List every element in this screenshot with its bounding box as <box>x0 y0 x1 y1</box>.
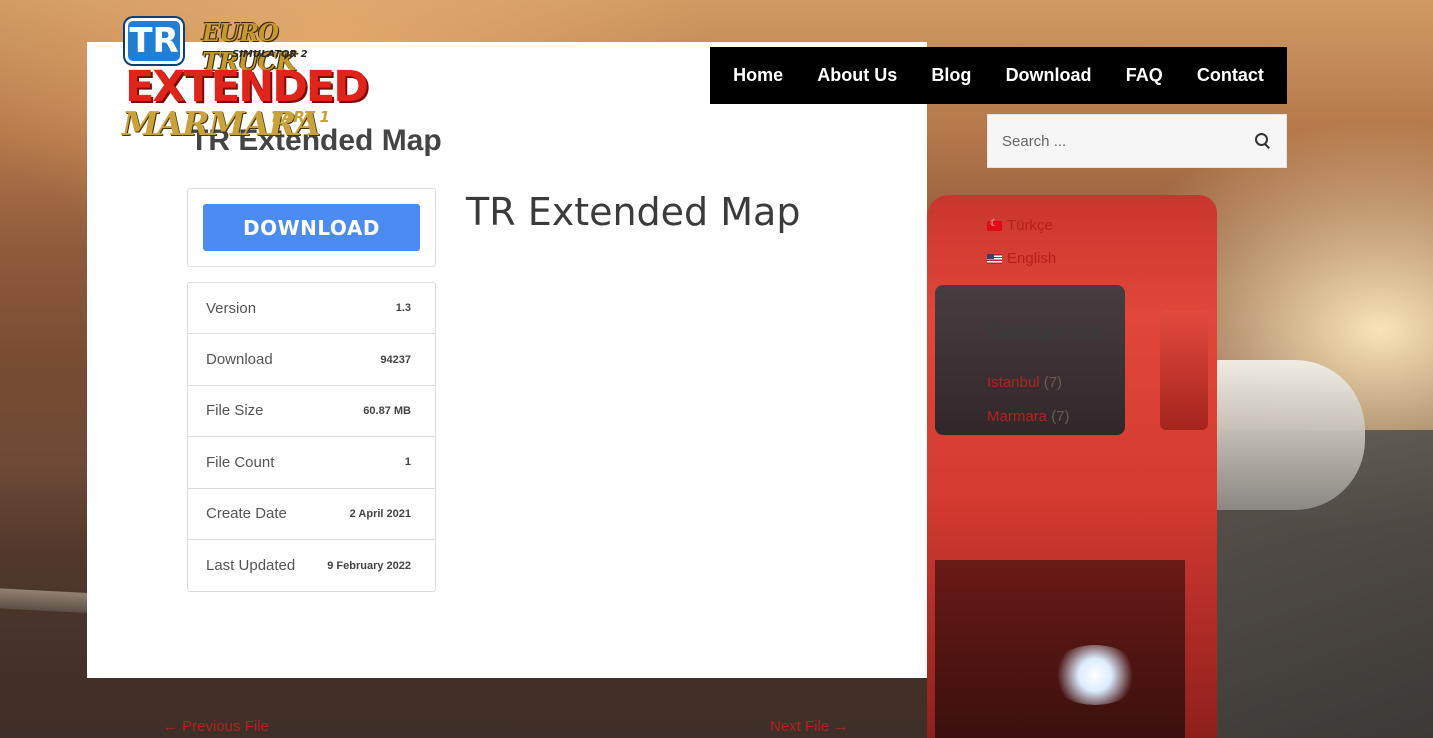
download-box: DOWNLOAD <box>187 188 436 267</box>
logo-tr-badge: TR <box>125 18 183 64</box>
detail-row-file-count: File Count 1 <box>188 437 435 489</box>
detail-value: 1.3 <box>395 302 411 315</box>
search-input[interactable] <box>1002 132 1254 150</box>
turkey-flag-icon <box>987 218 1002 231</box>
usa-flag-icon <box>987 253 1002 264</box>
nav-blog[interactable]: Blog <box>931 65 971 86</box>
detail-value: 60.87 MB <box>363 404 411 417</box>
background-truck-grille <box>935 560 1185 738</box>
search-form <box>987 114 1287 168</box>
nav-about-us[interactable]: About Us <box>817 65 897 86</box>
previous-file-link[interactable]: ← Previous File <box>163 718 269 735</box>
language-label: Türkçe <box>1007 217 1053 234</box>
detail-label: Version <box>206 299 257 317</box>
background-truck-cab <box>927 195 1217 738</box>
background-tanker-trailer <box>1150 360 1365 510</box>
language-turkish-link[interactable]: Türkçe <box>987 217 1053 234</box>
next-file-link[interactable]: Next File → <box>770 718 848 735</box>
detail-label: Download <box>206 351 273 369</box>
detail-value: 2 April 2021 <box>349 507 411 520</box>
detail-row-version: Version 1.3 <box>188 283 435 335</box>
detail-label: File Count <box>206 453 275 471</box>
language-english-link[interactable]: English <box>987 250 1056 267</box>
download-button[interactable]: DOWNLOAD <box>203 204 420 251</box>
detail-row-last-updated: Last Updated 9 February 2022 <box>188 540 435 591</box>
background-road <box>1200 430 1433 738</box>
category-item: Marmara (7) <box>987 408 1070 425</box>
logo-part: PART 1 <box>272 108 330 126</box>
nav-faq[interactable]: FAQ <box>1126 65 1163 86</box>
search-icon[interactable] <box>1254 132 1272 150</box>
category-link-istanbul[interactable]: Istanbul <box>987 374 1040 391</box>
background-truck-mirror <box>1160 310 1208 430</box>
detail-row-download-count: Download 94237 <box>188 334 435 386</box>
detail-row-create-date: Create Date 2 April 2021 <box>188 489 435 540</box>
category-link-marmara[interactable]: Marmara <box>987 408 1047 425</box>
nav-contact[interactable]: Contact <box>1197 65 1264 86</box>
categories-title: Categories <box>987 318 1101 343</box>
detail-row-file-size: File Size 60.87 MB <box>188 386 435 438</box>
detail-value: 94237 <box>380 353 411 366</box>
site-logo[interactable]: TR EURO TRUCK SIMULATOR 2 EXTENDED MARMA… <box>120 14 369 149</box>
detail-value: 1 <box>404 456 411 469</box>
language-label: English <box>1007 250 1057 267</box>
main-navigation: Home About Us Blog Download FAQ Contact <box>710 47 1287 104</box>
category-count: (7) <box>1051 408 1070 425</box>
file-details-table: Version 1.3 Download 94237 File Size 60.… <box>187 282 436 593</box>
detail-label: File Size <box>206 402 264 420</box>
file-heading: TR Extended Map <box>466 190 801 234</box>
detail-value: 9 February 2022 <box>327 559 411 572</box>
nav-download[interactable]: Download <box>1006 65 1092 86</box>
category-item: Istanbul (7) <box>987 374 1062 391</box>
category-count: (7) <box>1043 374 1063 391</box>
detail-label: Last Updated <box>206 557 296 575</box>
detail-label: Create Date <box>206 505 287 523</box>
logo-simulator: SIMULATOR 2 <box>232 49 308 60</box>
nav-home[interactable]: Home <box>733 65 783 86</box>
background-truck-headlight <box>1050 645 1140 705</box>
